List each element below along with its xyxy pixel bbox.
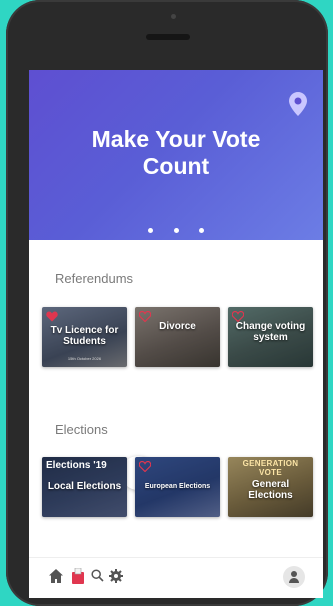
card-title: Divorce: [159, 321, 196, 332]
card-banner: Elections '19: [46, 460, 107, 471]
home-icon[interactable]: [48, 568, 64, 584]
profile-button[interactable]: [283, 566, 305, 588]
carousel-dot[interactable]: [173, 228, 179, 233]
ballot-icon[interactable]: [72, 568, 84, 584]
carousel-dot[interactable]: [148, 228, 154, 233]
gear-icon[interactable]: [109, 569, 123, 583]
card-title: Local Elections: [47, 481, 122, 492]
search-icon[interactable]: [91, 569, 104, 582]
hero-banner[interactable]: Make Your Vote Count: [29, 70, 323, 240]
card-title: General Elections: [248, 479, 293, 501]
card-date: 15th October 2026: [67, 356, 102, 361]
election-card-local[interactable]: Elections '19 Local Elections: [42, 457, 127, 517]
referendums-row: Tv Licence for Students 15th October 202…: [42, 307, 314, 369]
heart-icon[interactable]: [46, 311, 58, 322]
bottom-navigation: [29, 557, 323, 598]
election-card-european[interactable]: European Elections: [135, 457, 220, 517]
app-screen: Make Your Vote Count Referendums Tv Lice…: [29, 70, 323, 598]
elections-row: Elections '19 Local Elections European E…: [42, 457, 314, 519]
card-banner: GENERATION VOTE: [242, 459, 299, 477]
card-title: Change voting system: [235, 321, 306, 343]
phone-speaker: [146, 34, 190, 40]
heart-outline-icon[interactable]: [139, 461, 151, 472]
card-title: European Elections: [144, 483, 211, 490]
phone-frame: Make Your Vote Count Referendums Tv Lice…: [6, 0, 328, 606]
profile-icon: [289, 571, 299, 583]
referendum-card-tv-licence[interactable]: Tv Licence for Students 15th October 202…: [42, 307, 127, 367]
referendum-card-voting-system[interactable]: Change voting system: [228, 307, 313, 367]
phone-camera: [171, 14, 176, 19]
carousel-dot[interactable]: [198, 228, 204, 233]
location-pin-icon[interactable]: [289, 92, 307, 116]
hero-title: Make Your Vote Count: [91, 126, 261, 179]
referendums-label: Referendums: [55, 271, 134, 286]
referendum-card-divorce[interactable]: Divorce: [135, 307, 220, 367]
elections-label: Elections: [55, 422, 108, 437]
carousel-dots[interactable]: [29, 220, 323, 238]
election-card-general[interactable]: GENERATION VOTE General Elections: [228, 457, 313, 517]
card-title: Tv Licence for Students: [50, 325, 119, 347]
